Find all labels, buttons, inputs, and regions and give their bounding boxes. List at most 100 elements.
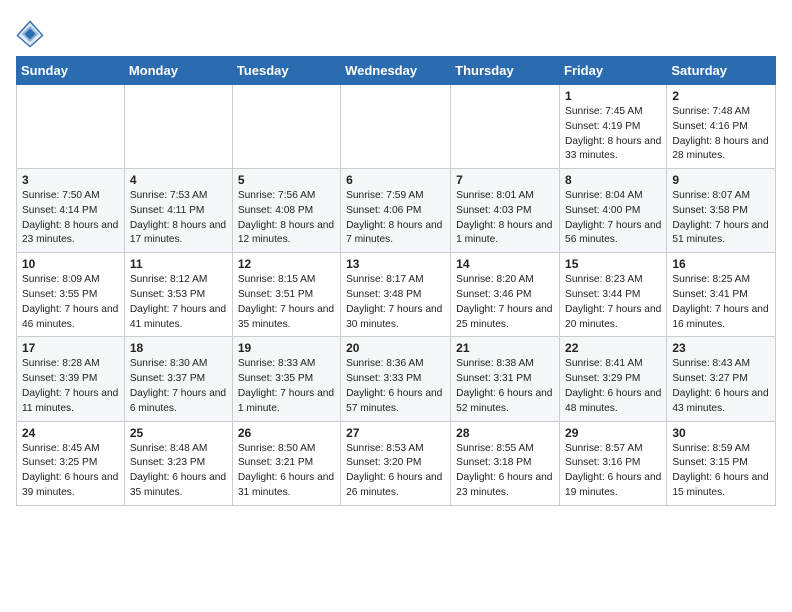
day-number: 16 bbox=[672, 257, 770, 271]
calendar-week-3: 10 Sunrise: 8:09 AM Sunset: 3:55 PM Dayli… bbox=[17, 253, 776, 337]
header-thursday: Thursday bbox=[451, 57, 560, 85]
calendar-cell: 15 Sunrise: 8:23 AM Sunset: 3:44 PM Dayli… bbox=[560, 253, 667, 337]
day-number: 12 bbox=[238, 257, 335, 271]
day-info: Sunrise: 7:50 AM Sunset: 4:14 PM Dayligh… bbox=[22, 189, 119, 248]
day-info: Sunrise: 8:09 AM Sunset: 3:55 PM Dayligh… bbox=[22, 273, 119, 332]
day-info: Sunrise: 8:59 AM Sunset: 3:15 PM Dayligh… bbox=[672, 442, 770, 501]
day-number: 7 bbox=[456, 173, 554, 187]
day-number: 8 bbox=[565, 173, 661, 187]
day-number: 26 bbox=[238, 426, 335, 440]
calendar-cell: 1 Sunrise: 7:45 AM Sunset: 4:19 PM Daylig… bbox=[560, 85, 667, 169]
day-number: 19 bbox=[238, 341, 335, 355]
calendar-cell: 17 Sunrise: 8:28 AM Sunset: 3:39 PM Dayli… bbox=[17, 337, 125, 421]
day-info: Sunrise: 8:20 AM Sunset: 3:46 PM Dayligh… bbox=[456, 273, 554, 332]
header-saturday: Saturday bbox=[667, 57, 776, 85]
day-info: Sunrise: 8:15 AM Sunset: 3:51 PM Dayligh… bbox=[238, 273, 335, 332]
day-info: Sunrise: 8:23 AM Sunset: 3:44 PM Dayligh… bbox=[565, 273, 661, 332]
logo bbox=[16, 20, 48, 48]
calendar-cell: 11Sunrise: 8:12 AM Sunset: 3:53 PM Dayli… bbox=[124, 253, 232, 337]
day-number: 17 bbox=[22, 341, 119, 355]
day-info: Sunrise: 8:30 AM Sunset: 3:37 PM Dayligh… bbox=[130, 357, 227, 416]
day-info: Sunrise: 7:45 AM Sunset: 4:19 PM Dayligh… bbox=[565, 105, 661, 164]
day-info: Sunrise: 8:17 AM Sunset: 3:48 PM Dayligh… bbox=[346, 273, 445, 332]
day-number: 6 bbox=[346, 173, 445, 187]
header-friday: Friday bbox=[560, 57, 667, 85]
calendar-cell: 9 Sunrise: 8:07 AM Sunset: 3:58 PM Daylig… bbox=[667, 169, 776, 253]
calendar-week-2: 3 Sunrise: 7:50 AM Sunset: 4:14 PM Daylig… bbox=[17, 169, 776, 253]
calendar-week-4: 17 Sunrise: 8:28 AM Sunset: 3:39 PM Dayli… bbox=[17, 337, 776, 421]
day-info: Sunrise: 8:57 AM Sunset: 3:16 PM Dayligh… bbox=[565, 442, 661, 501]
day-info: Sunrise: 8:53 AM Sunset: 3:20 PM Dayligh… bbox=[346, 442, 445, 501]
day-number: 9 bbox=[672, 173, 770, 187]
day-number: 29 bbox=[565, 426, 661, 440]
day-info: Sunrise: 8:36 AM Sunset: 3:33 PM Dayligh… bbox=[346, 357, 445, 416]
calendar-cell: 3 Sunrise: 7:50 AM Sunset: 4:14 PM Daylig… bbox=[17, 169, 125, 253]
day-info: Sunrise: 8:04 AM Sunset: 4:00 PM Dayligh… bbox=[565, 189, 661, 248]
day-number: 1 bbox=[565, 89, 661, 103]
calendar-cell: 8 Sunrise: 8:04 AM Sunset: 4:00 PM Daylig… bbox=[560, 169, 667, 253]
calendar-cell bbox=[341, 85, 451, 169]
day-info: Sunrise: 7:48 AM Sunset: 4:16 PM Dayligh… bbox=[672, 105, 770, 164]
calendar-cell: 25 Sunrise: 8:48 AM Sunset: 3:23 PM Dayli… bbox=[124, 421, 232, 505]
calendar-cell: 30 Sunrise: 8:59 AM Sunset: 3:15 PM Dayli… bbox=[667, 421, 776, 505]
day-info: Sunrise: 8:45 AM Sunset: 3:25 PM Dayligh… bbox=[22, 442, 119, 501]
day-number: 20 bbox=[346, 341, 445, 355]
calendar-cell bbox=[17, 85, 125, 169]
calendar-cell: 26 Sunrise: 8:50 AM Sunset: 3:21 PM Dayli… bbox=[232, 421, 340, 505]
calendar-cell: 28 Sunrise: 8:55 AM Sunset: 3:18 PM Dayli… bbox=[451, 421, 560, 505]
calendar-cell: 19 Sunrise: 8:33 AM Sunset: 3:35 PM Dayli… bbox=[232, 337, 340, 421]
day-number: 24 bbox=[22, 426, 119, 440]
calendar-cell: 12 Sunrise: 8:15 AM Sunset: 3:51 PM Dayli… bbox=[232, 253, 340, 337]
day-number: 18 bbox=[130, 341, 227, 355]
day-info: Sunrise: 8:50 AM Sunset: 3:21 PM Dayligh… bbox=[238, 442, 335, 501]
day-info: Sunrise: 8:12 AM Sunset: 3:53 PM Dayligh… bbox=[130, 273, 227, 332]
calendar-cell bbox=[232, 85, 340, 169]
calendar-cell bbox=[124, 85, 232, 169]
day-info: Sunrise: 8:55 AM Sunset: 3:18 PM Dayligh… bbox=[456, 442, 554, 501]
day-info: Sunrise: 8:43 AM Sunset: 3:27 PM Dayligh… bbox=[672, 357, 770, 416]
header-tuesday: Tuesday bbox=[232, 57, 340, 85]
calendar-cell: 5 Sunrise: 7:56 AM Sunset: 4:08 PM Daylig… bbox=[232, 169, 340, 253]
day-number: 13 bbox=[346, 257, 445, 271]
day-number: 25 bbox=[130, 426, 227, 440]
header-monday: Monday bbox=[124, 57, 232, 85]
calendar-cell: 20 Sunrise: 8:36 AM Sunset: 3:33 PM Dayli… bbox=[341, 337, 451, 421]
day-info: Sunrise: 8:48 AM Sunset: 3:23 PM Dayligh… bbox=[130, 442, 227, 501]
day-number: 21 bbox=[456, 341, 554, 355]
page-header bbox=[16, 16, 776, 48]
calendar-cell bbox=[451, 85, 560, 169]
day-number: 5 bbox=[238, 173, 335, 187]
day-number: 30 bbox=[672, 426, 770, 440]
day-number: 4 bbox=[130, 173, 227, 187]
day-number: 23 bbox=[672, 341, 770, 355]
calendar-cell: 4Sunrise: 7:53 AM Sunset: 4:11 PM Daylig… bbox=[124, 169, 232, 253]
calendar-cell: 18 Sunrise: 8:30 AM Sunset: 3:37 PM Dayli… bbox=[124, 337, 232, 421]
header-sunday: Sunday bbox=[17, 57, 125, 85]
day-info: Sunrise: 7:56 AM Sunset: 4:08 PM Dayligh… bbox=[238, 189, 335, 248]
day-info: Sunrise: 8:01 AM Sunset: 4:03 PM Dayligh… bbox=[456, 189, 554, 248]
day-info: Sunrise: 8:28 AM Sunset: 3:39 PM Dayligh… bbox=[22, 357, 119, 416]
day-number: 14 bbox=[456, 257, 554, 271]
calendar-cell: 2Sunrise: 7:48 AM Sunset: 4:16 PM Daylig… bbox=[667, 85, 776, 169]
calendar-cell: 24 Sunrise: 8:45 AM Sunset: 3:25 PM Dayli… bbox=[17, 421, 125, 505]
calendar-cell: 7 Sunrise: 8:01 AM Sunset: 4:03 PM Daylig… bbox=[451, 169, 560, 253]
calendar-cell: 22Sunrise: 8:41 AM Sunset: 3:29 PM Dayli… bbox=[560, 337, 667, 421]
day-info: Sunrise: 8:38 AM Sunset: 3:31 PM Dayligh… bbox=[456, 357, 554, 416]
header-wednesday: Wednesday bbox=[341, 57, 451, 85]
calendar-cell: 23 Sunrise: 8:43 AM Sunset: 3:27 PM Dayli… bbox=[667, 337, 776, 421]
calendar-week-1: 1 Sunrise: 7:45 AM Sunset: 4:19 PM Daylig… bbox=[17, 85, 776, 169]
calendar-cell: 27 Sunrise: 8:53 AM Sunset: 3:20 PM Dayli… bbox=[341, 421, 451, 505]
calendar-cell: 14 Sunrise: 8:20 AM Sunset: 3:46 PM Dayli… bbox=[451, 253, 560, 337]
calendar-cell: 16 Sunrise: 8:25 AM Sunset: 3:41 PM Dayli… bbox=[667, 253, 776, 337]
logo-icon bbox=[16, 20, 44, 48]
calendar-table: SundayMondayTuesdayWednesdayThursdayFrid… bbox=[16, 56, 776, 506]
day-info: Sunrise: 8:25 AM Sunset: 3:41 PM Dayligh… bbox=[672, 273, 770, 332]
day-number: 3 bbox=[22, 173, 119, 187]
day-number: 28 bbox=[456, 426, 554, 440]
day-number: 10 bbox=[22, 257, 119, 271]
day-info: Sunrise: 8:07 AM Sunset: 3:58 PM Dayligh… bbox=[672, 189, 770, 248]
calendar-week-5: 24 Sunrise: 8:45 AM Sunset: 3:25 PM Dayli… bbox=[17, 421, 776, 505]
day-number: 15 bbox=[565, 257, 661, 271]
day-number: 27 bbox=[346, 426, 445, 440]
day-info: Sunrise: 8:33 AM Sunset: 3:35 PM Dayligh… bbox=[238, 357, 335, 416]
